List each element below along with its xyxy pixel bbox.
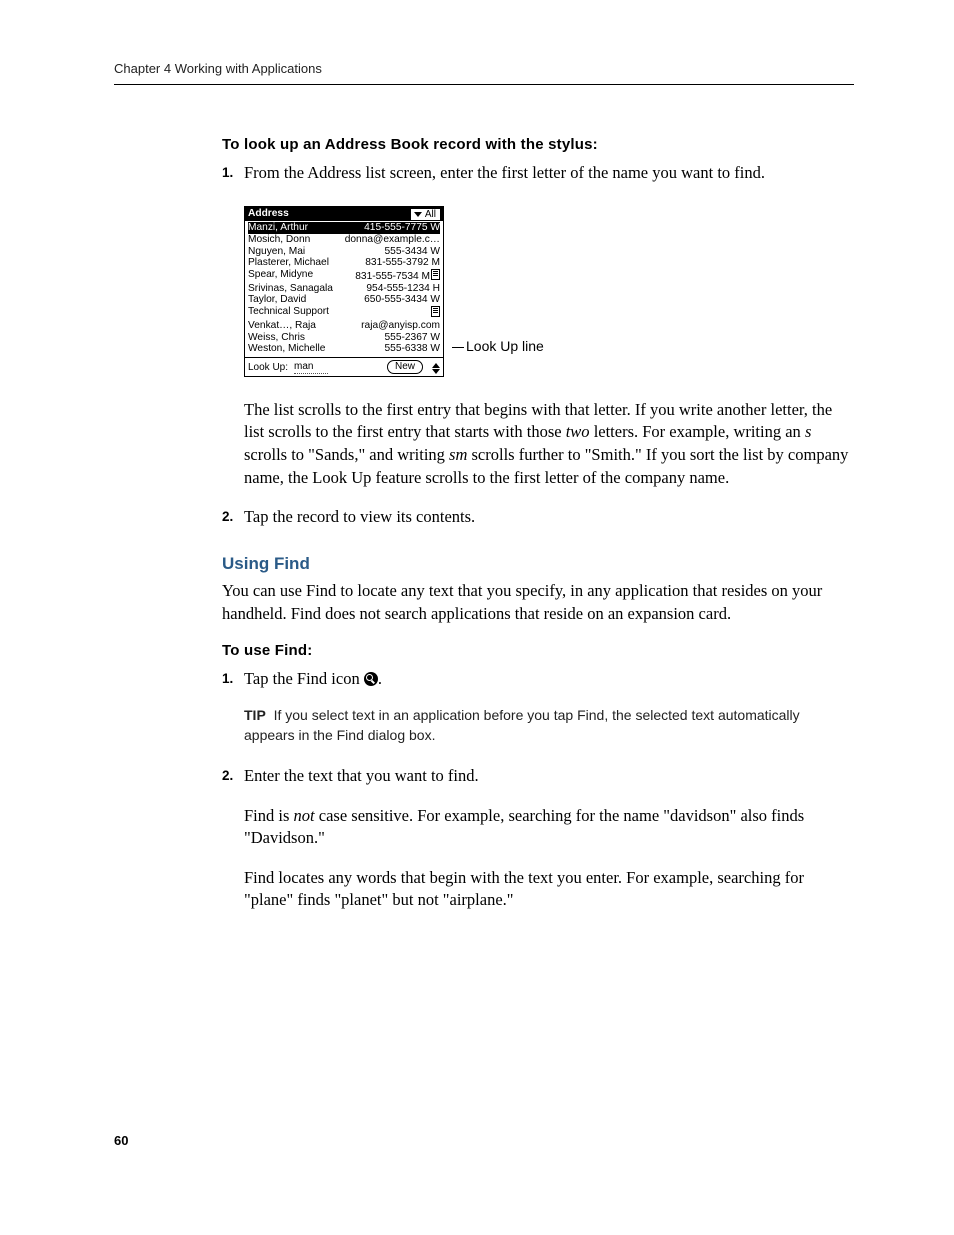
step-number: 1.	[222, 162, 244, 185]
table-row[interactable]: Plasterer, Michael831-555-3792 M	[248, 257, 440, 269]
step-number: 2.	[222, 506, 244, 529]
table-row[interactable]: Srivinas, Sanagala954-555-1234 H	[248, 283, 440, 295]
table-row[interactable]: Manzi, Arthur415-555-7775 W	[248, 222, 440, 234]
scroll-arrows[interactable]	[432, 363, 440, 374]
body-paragraph: The list scrolls to the first entry that…	[244, 399, 854, 490]
procedure-title-lookup: To look up an Address Book record with t…	[222, 135, 854, 156]
step-text: From the Address list screen, enter the …	[244, 162, 854, 185]
step-text: Enter the text that you want to find.	[244, 765, 854, 788]
lookup-label: Look Up:	[248, 362, 288, 374]
page-number: 60	[114, 1132, 128, 1150]
device-screen: Address All Manzi, Arthur415-555-7775 WM…	[244, 206, 444, 376]
table-row[interactable]: Nguyen, Mai555-3434 W	[248, 246, 440, 258]
note-icon	[431, 306, 440, 317]
table-row[interactable]: Weston, Michelle555-6338 W	[248, 343, 440, 355]
address-list[interactable]: Manzi, Arthur415-555-7775 WMosich, Donnd…	[245, 221, 443, 357]
step-number: 1.	[222, 668, 244, 691]
body-paragraph: Find is not case sensitive. For example,…	[244, 805, 854, 851]
body-paragraph: Find locates any words that begin with t…	[244, 867, 854, 913]
running-head: Chapter 4 Working with Applications	[114, 60, 854, 85]
procedure-title-find: To use Find:	[222, 641, 854, 662]
step-text: Tap the Find icon .	[244, 668, 854, 691]
table-row[interactable]: Weiss, Chris555-2367 W	[248, 332, 440, 344]
table-row[interactable]: Mosich, Donndonna@example.c…	[248, 234, 440, 246]
arrow-up-icon	[432, 363, 440, 368]
body-paragraph: You can use Find to locate any text that…	[222, 580, 854, 626]
new-button[interactable]: New	[387, 360, 423, 374]
step-text: Tap the record to view its contents.	[244, 506, 854, 529]
arrow-down-icon	[432, 369, 440, 374]
table-row[interactable]: Technical Support	[248, 306, 440, 320]
app-title: Address	[248, 208, 289, 220]
table-row[interactable]: Venkat…, Rajaraja@anyisp.com	[248, 320, 440, 332]
figure-address-list: Address All Manzi, Arthur415-555-7775 WM…	[244, 206, 854, 376]
step-number: 2.	[222, 765, 244, 788]
tip-block: TIP If you select text in an application…	[244, 705, 854, 746]
chevron-down-icon	[414, 212, 422, 217]
note-icon	[431, 269, 440, 280]
heading-using-find: Using Find	[222, 552, 854, 575]
table-row[interactable]: Taylor, David650-555-3434 W	[248, 294, 440, 306]
tip-label: TIP	[244, 707, 266, 723]
lookup-input[interactable]: man	[294, 361, 328, 374]
figure-callout: Look Up line	[452, 337, 544, 356]
table-row[interactable]: Spear, Midyne831-555-7534 M	[248, 269, 440, 283]
find-icon	[364, 672, 378, 686]
category-picker[interactable]: All	[411, 209, 440, 221]
